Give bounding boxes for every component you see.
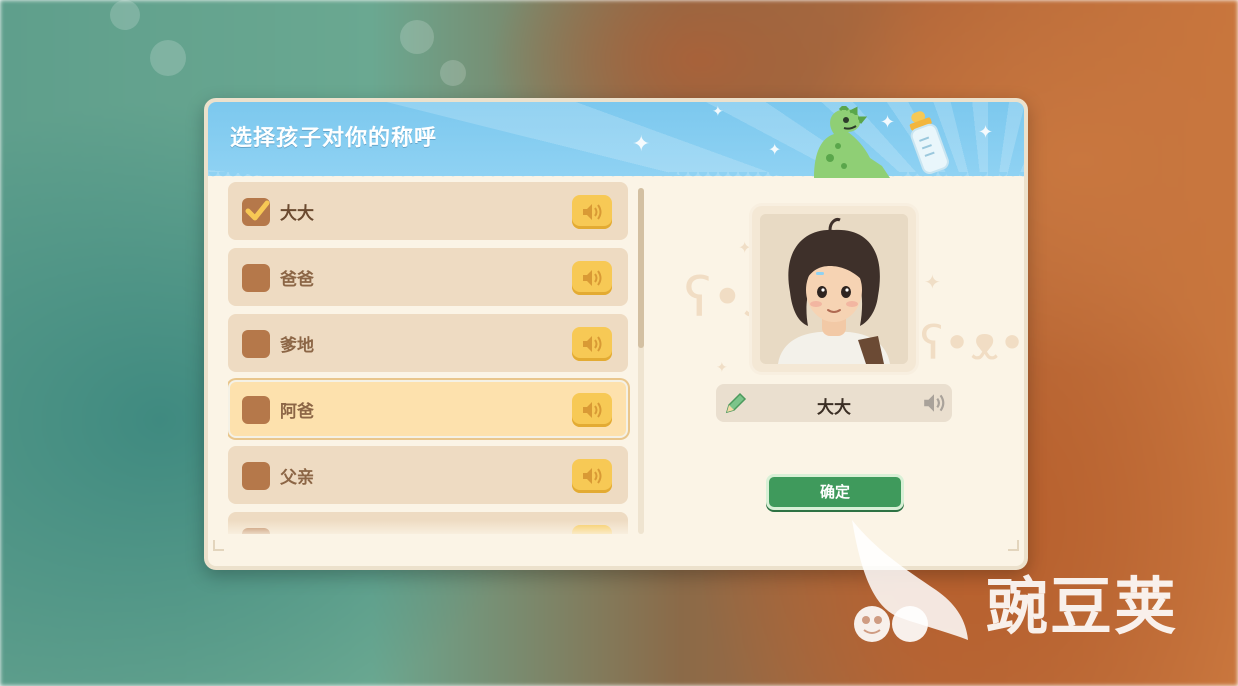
play-sound-button[interactable] [572, 327, 612, 361]
speaker-icon [583, 204, 602, 220]
list-item[interactable]: 父亲 [228, 446, 628, 504]
watermark-logo-icon [852, 520, 968, 642]
list-item-highlighted[interactable]: 阿爸 [228, 380, 628, 438]
play-sound-button[interactable] [572, 261, 612, 295]
sparkle-icon: ✦ [924, 270, 941, 294]
background-bokeh [150, 40, 186, 76]
sparkle-icon: ✦ [716, 360, 728, 376]
list-item[interactable]: 爸爸 [228, 248, 628, 306]
child-portrait-frame [752, 206, 916, 372]
sparkle-icon: ✦ [768, 140, 782, 159]
sparkle-icon: ✦ [738, 238, 752, 257]
speaker-icon [583, 270, 602, 286]
child-avatar-illustration [760, 214, 908, 364]
selected-name-bar: 大大 [716, 384, 952, 422]
checkbox-unchecked[interactable] [242, 396, 270, 424]
background-bokeh [110, 0, 140, 30]
confirm-button[interactable]: 确定 [766, 474, 904, 510]
checkbox-checked[interactable] [242, 198, 270, 226]
title-selection-dialog: 选择孩子对你的称呼 ✦ ✦ ✦ ✦ ✦ 大大 爸爸 爹地 阿爸 父亲 ʕ•ᴥ• … [204, 98, 1028, 570]
option-label: 爸爸 [280, 270, 314, 290]
watermark: 豌豆荚 [846, 520, 1226, 650]
checkbox-unchecked[interactable] [242, 264, 270, 292]
option-label: 阿爸 [280, 402, 314, 422]
background-bokeh [400, 20, 434, 54]
option-label: 爹地 [280, 336, 314, 356]
title-option-list[interactable]: 大大 爸爸 爹地 阿爸 父亲 [228, 182, 632, 534]
list-item[interactable]: 大大 [228, 182, 628, 240]
selected-name-text: 大大 [817, 398, 851, 418]
checkbox-unchecked[interactable] [242, 462, 270, 490]
play-sound-button[interactable] [572, 393, 612, 427]
baby-bottle-icon [909, 111, 949, 174]
dinosaur-icon [814, 106, 890, 178]
sparkle-icon: ✦ [712, 104, 724, 120]
speaker-icon[interactable] [922, 392, 946, 414]
play-sound-button[interactable] [572, 459, 612, 493]
list-fade-overlay [228, 520, 632, 538]
dialog-title: 选择孩子对你的称呼 [230, 126, 438, 151]
checkmark-icon [245, 200, 270, 221]
list-scrollbar[interactable] [638, 188, 644, 534]
option-label: 父亲 [280, 468, 314, 488]
sparkle-icon: ✦ [632, 132, 651, 157]
speaker-icon [583, 402, 602, 418]
teddy-bear-icon: ʕ•ᴥ•ʔ [920, 316, 1026, 370]
list-item[interactable]: 爹地 [228, 314, 628, 372]
option-label: 大大 [280, 204, 314, 224]
checkbox-unchecked[interactable] [242, 330, 270, 358]
speaker-icon [583, 468, 602, 484]
child-portrait [760, 214, 908, 364]
scrollbar-thumb[interactable] [638, 188, 644, 348]
background-bokeh [440, 60, 466, 86]
speaker-icon [583, 336, 602, 352]
sparkle-icon: ✦ [978, 122, 994, 143]
corner-ornament [213, 540, 224, 551]
play-sound-button[interactable] [572, 195, 612, 229]
watermark-text: 豌豆荚 [986, 570, 1179, 643]
